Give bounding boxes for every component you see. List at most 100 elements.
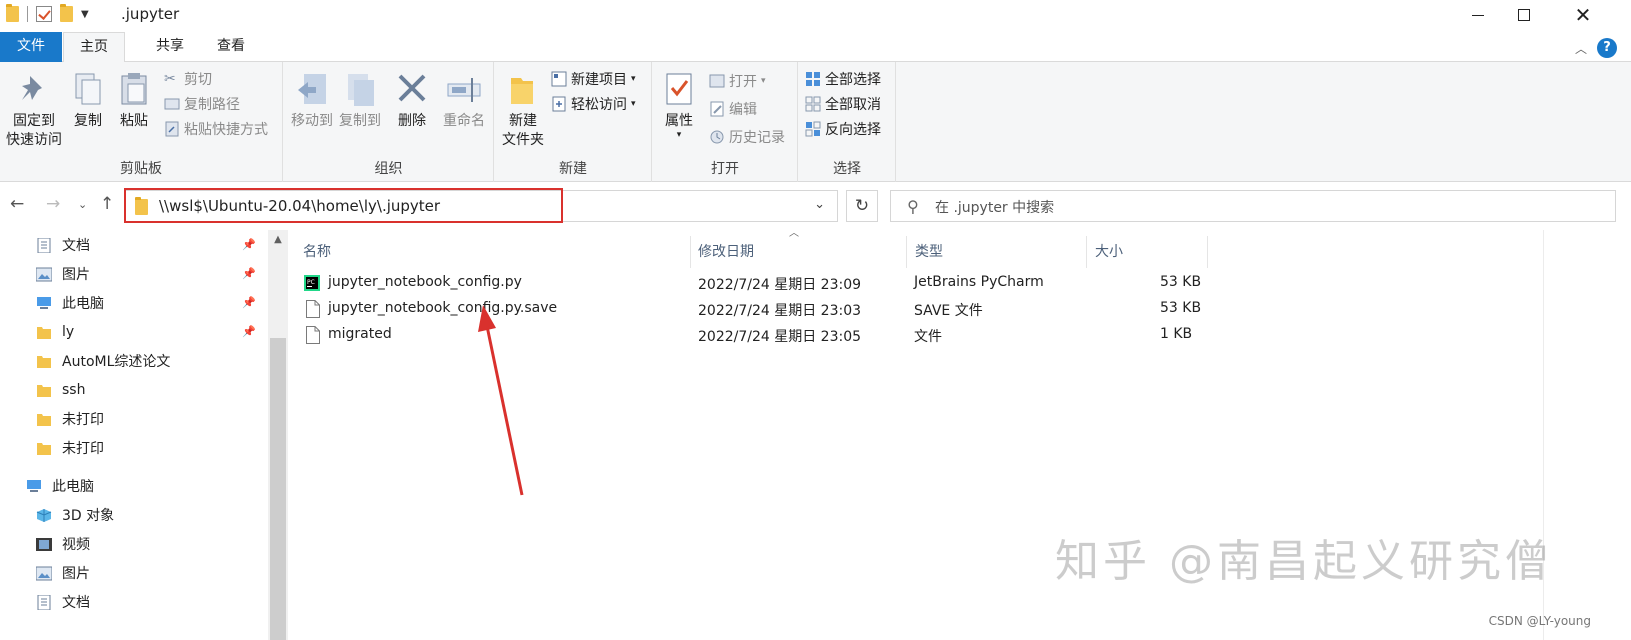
tab-file[interactable]: 文件 (0, 32, 62, 62)
select-none-button[interactable]: 全部取消 (805, 93, 881, 115)
folder-icon (36, 441, 52, 456)
rename-button[interactable]: 重命名 (440, 70, 488, 131)
move-to-button[interactable]: 移动到 (288, 70, 336, 131)
nav-item-documents-pc[interactable]: 文档 (36, 587, 262, 617)
copy-button[interactable]: 复制 (70, 70, 106, 131)
new-folder-icon[interactable] (60, 4, 73, 22)
invert-selection-label: 反向选择 (825, 122, 881, 138)
tab-view[interactable]: 查看 (201, 32, 261, 62)
3d-objects-icon (36, 508, 52, 523)
file-date: 2022/7/24 星期日 23:05 (698, 329, 862, 345)
pin-quick-access-button[interactable]: 固定到 快速访问 (4, 70, 64, 150)
nav-scrollbar[interactable]: ▲ (268, 230, 288, 640)
search-box[interactable]: ⚲ 在 .jupyter 中搜索 (890, 190, 1616, 222)
folder-icon (135, 197, 148, 215)
file-name: jupyter_notebook_config.py (328, 274, 522, 290)
address-dropdown-chevron-icon[interactable]: ⌄ (814, 197, 825, 212)
folder-icon (36, 325, 52, 340)
nav-item-unprinted-2[interactable]: 未打印 (36, 433, 262, 463)
window-title: .jupyter (121, 5, 180, 23)
paste-button[interactable]: 粘贴 (116, 70, 152, 131)
nav-item-pictures[interactable]: 图片 📌 (35, 259, 262, 289)
column-header-date[interactable]: 修改日期 (691, 236, 907, 268)
edit-button[interactable]: 编辑 (709, 98, 757, 120)
file-row[interactable]: jupyter_notebook_config.py.save 2022/7/2… (290, 296, 1250, 322)
nav-item-ly[interactable]: ly 📌 (36, 317, 262, 347)
easy-access-button[interactable]: 轻松访问 ▾ (551, 93, 636, 115)
file-date: 2022/7/24 星期日 23:03 (698, 303, 862, 319)
delete-button[interactable]: 删除 (394, 70, 430, 131)
folder-icon (36, 354, 52, 369)
new-folder-button[interactable]: 新建 文件夹 (499, 70, 547, 150)
back-arrow-icon[interactable]: ← (10, 194, 24, 214)
pin-icon[interactable]: 📌 (242, 267, 256, 280)
scroll-up-icon[interactable]: ▲ (268, 230, 288, 250)
invert-selection-icon (805, 121, 821, 137)
minimize-icon (1472, 14, 1484, 16)
search-placeholder[interactable]: 在 .jupyter 中搜索 (935, 197, 1054, 217)
refresh-button[interactable]: ↻ (846, 190, 878, 222)
help-icon[interactable]: ? (1597, 38, 1617, 58)
select-none-label: 全部取消 (825, 97, 881, 113)
open-group: 属性 ▾ 打开 ▾ 编辑 历史记录 打开 (653, 62, 798, 182)
paste-shortcut-button[interactable]: 粘贴快捷方式 (164, 118, 268, 140)
properties-button[interactable]: 属性 ▾ (661, 70, 697, 140)
file-row[interactable]: PC jupyter_notebook_config.py 2022/7/24 … (290, 270, 1250, 296)
pin-icon[interactable]: 📌 (242, 296, 256, 309)
nav-item-label: 视频 (62, 537, 90, 553)
file-name: jupyter_notebook_config.py.save (328, 300, 558, 316)
nav-item-unprinted[interactable]: 未打印 (36, 404, 262, 434)
file-row[interactable]: migrated 2022/7/24 星期日 23:05 文件 1 KB (290, 322, 1250, 348)
properties-check-icon[interactable] (36, 6, 52, 22)
copy-path-button[interactable]: 复制路径 (164, 93, 240, 115)
tab-home[interactable]: 主页 (63, 32, 125, 63)
refresh-icon: ↻ (854, 196, 870, 216)
address-path[interactable]: \\wsl$\Ubuntu-20.04\home\ly\.jupyter (159, 197, 440, 215)
zhihu-watermark: 知乎 @南昌起义研究僧 (1055, 536, 1553, 587)
documents-icon (36, 594, 52, 610)
recent-locations-chevron-icon[interactable]: ⌄ (78, 198, 87, 211)
maximize-button[interactable] (1501, 0, 1547, 30)
history-button[interactable]: 历史记录 (709, 126, 785, 148)
copy-icon (70, 70, 106, 108)
column-header-size[interactable]: 大小 (1087, 236, 1208, 268)
tab-share[interactable]: 共享 (140, 32, 200, 62)
open-button[interactable]: 打开 ▾ (709, 70, 766, 92)
new-group-label: 新建 (559, 161, 587, 177)
collapse-ribbon-icon[interactable]: ︿ (1575, 40, 1587, 57)
blank-file-icon (306, 326, 322, 344)
nav-item-documents[interactable]: 文档 📌 (36, 230, 262, 260)
column-header-name[interactable]: 名称 (290, 236, 691, 268)
ribbon-tabs: 文件 主页 共享 查看 ︿ (0, 32, 1631, 63)
column-header-type[interactable]: 类型 (907, 236, 1087, 268)
customize-toolbar-dropdown-icon[interactable]: ▼ (81, 9, 89, 20)
cut-label: 剪切 (184, 72, 212, 88)
minimize-button[interactable] (1455, 0, 1501, 30)
pin-icon[interactable]: 📌 (242, 238, 256, 251)
copy-to-button[interactable]: 复制到 (336, 70, 384, 131)
nav-item-this-pc[interactable]: 此电脑 📌 (36, 288, 262, 318)
cut-button[interactable]: ✂ 剪切 (164, 68, 212, 90)
nav-item-label: 图片 (62, 267, 90, 283)
scrollbar-thumb[interactable] (270, 338, 286, 640)
select-all-button[interactable]: 全部选择 (805, 68, 881, 90)
nav-item-automl[interactable]: AutoML综述论文 (36, 346, 262, 376)
new-item-button[interactable]: 新建项目 ▾ (551, 68, 636, 90)
paste-label: 粘贴 (120, 113, 148, 129)
close-button[interactable]: ✕ (1560, 0, 1606, 30)
nav-item-videos[interactable]: 视频 (36, 529, 262, 559)
navigation-bar: ← → ⌄ ↑ \\wsl$\Ubuntu-20.04\home\ly\.jup… (0, 182, 1631, 230)
file-type: JetBrains PyCharm (914, 274, 1044, 290)
invert-selection-button[interactable]: 反向选择 (805, 118, 881, 140)
pin-icon[interactable]: 📌 (242, 325, 256, 338)
nav-item-pictures-pc[interactable]: 图片 (35, 558, 262, 588)
nav-item-this-pc-root[interactable]: 此电脑 (26, 471, 262, 501)
address-bar[interactable]: \\wsl$\Ubuntu-20.04\home\ly\.jupyter ⌄ (124, 190, 838, 222)
ribbon: 固定到 快速访问 复制 粘贴 ✂ 剪切 复制路径 粘贴快捷方式 剪贴板 移动到 … (0, 62, 1631, 182)
nav-item-ssh[interactable]: ssh (36, 375, 262, 405)
file-type: 文件 (914, 329, 942, 345)
up-arrow-icon[interactable]: ↑ (100, 194, 114, 214)
forward-arrow-icon[interactable]: → (46, 194, 60, 214)
pin-label-line2: 快速访问 (6, 132, 62, 148)
nav-item-3d-objects[interactable]: 3D 对象 (36, 500, 262, 530)
